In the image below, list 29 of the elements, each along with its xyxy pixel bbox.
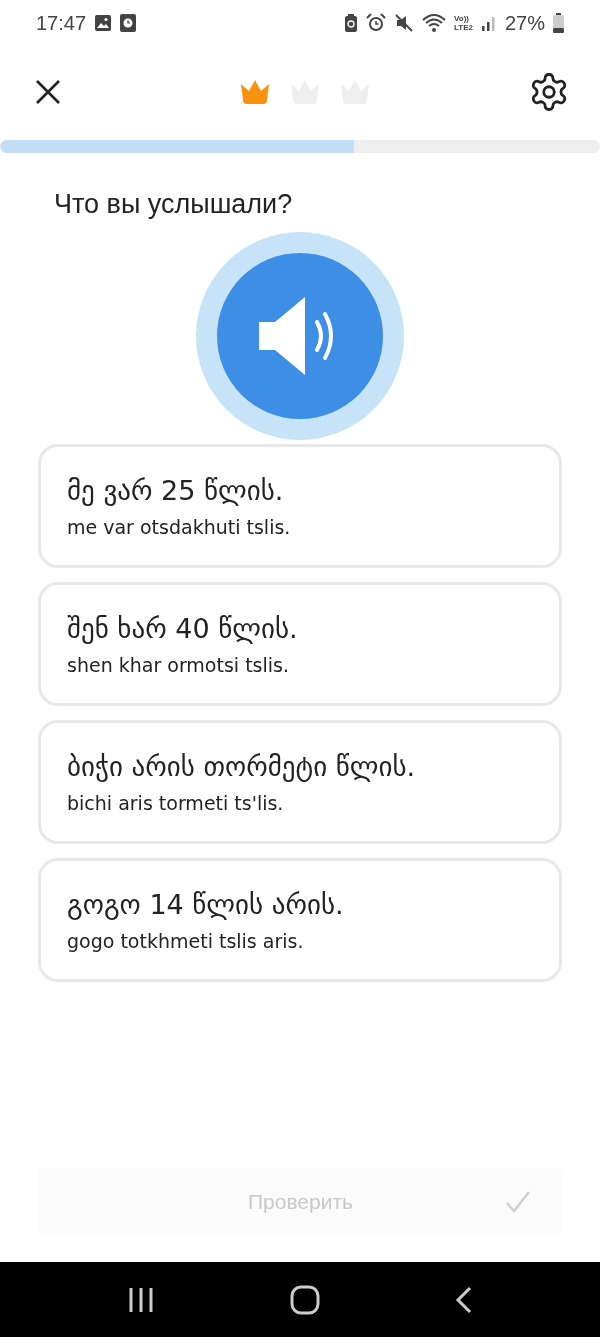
alarm-icon: [366, 13, 386, 33]
signal-icon: [480, 14, 497, 32]
transliteration: me var otsdakhuti tslis.: [67, 515, 291, 538]
battery-percent: 27%: [504, 11, 545, 35]
wifi-icon: [422, 13, 446, 33]
georgian-phrase: ბიჭი არის თორმეტი წლის.: [67, 750, 416, 782]
georgian-phrase: მე ვარ 25 წლის.: [67, 474, 284, 506]
clock-app-icon: [120, 14, 137, 32]
back-button[interactable]: [454, 1285, 473, 1314]
transliteration: shen khar ormotsi tslis.: [67, 653, 289, 676]
image-icon: [94, 14, 113, 32]
recent-apps-button[interactable]: [127, 1285, 156, 1314]
home-button[interactable]: [290, 1284, 320, 1315]
status-time: 17:47: [36, 11, 87, 35]
question-title: Что вы услышали?: [54, 189, 294, 220]
battery-saver-icon: [344, 13, 358, 33]
georgian-phrase: გოგო 14 წლის არის.: [67, 888, 344, 920]
checkmark-icon: [505, 1190, 531, 1214]
answer-option[interactable]: შენ ხარ 40 წლის. shen khar ormotsi tslis.: [38, 582, 562, 706]
answer-option[interactable]: ბიჭი არის თორმეტი წლის. bichi aris tormeti ts'lis.: [38, 720, 562, 844]
georgian-phrase: შენ ხარ 40 წლის.: [67, 612, 298, 644]
network-label: Vo)) LTE2: [454, 14, 473, 32]
transliteration: gogo totkhmeti tslis aris.: [67, 929, 304, 952]
answer-option[interactable]: გოგო 14 წლის არის. gogo totkhmeti tslis aris.: [38, 858, 562, 982]
close-button[interactable]: [34, 78, 62, 106]
answer-option[interactable]: მე ვარ 25 წლის. me var otsdakhuti tslis.: [38, 444, 562, 568]
transliteration: bichi aris tormeti ts'lis.: [67, 791, 284, 814]
mute-icon: [394, 13, 414, 33]
battery-icon: [553, 13, 564, 33]
